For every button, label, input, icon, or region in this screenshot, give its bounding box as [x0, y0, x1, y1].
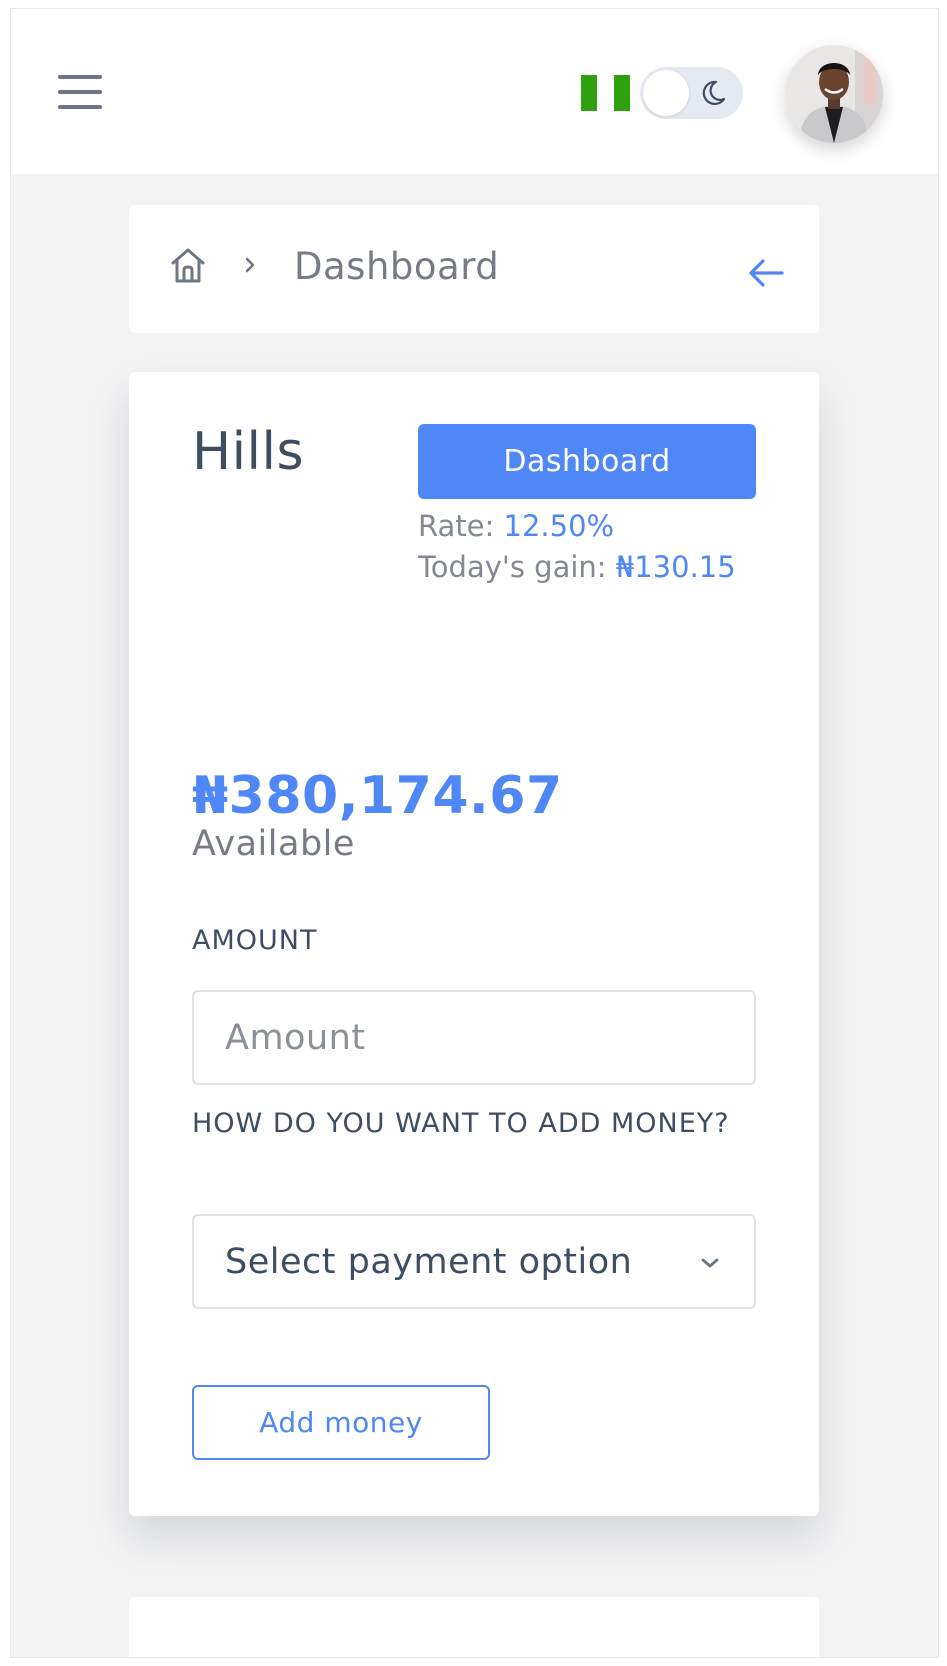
gain-label: Today's gain:: [418, 550, 607, 584]
avatar-image: [785, 45, 883, 143]
gain-value: ₦130.15: [615, 550, 736, 584]
amount-input[interactable]: [192, 990, 756, 1085]
hamburger-menu-icon[interactable]: [58, 75, 102, 109]
payment-method-select[interactable]: Select payment option: [192, 1214, 756, 1309]
home-icon[interactable]: [169, 245, 207, 285]
available-balance: ₦380,174.67: [192, 766, 563, 826]
top-bar: [11, 9, 938, 174]
rate-label: Rate:: [418, 509, 495, 543]
toggle-knob: [643, 70, 689, 116]
app-frame: Dashboard Hills Dashboard Rate: 12.50% T…: [10, 8, 939, 1658]
breadcrumb: Dashboard: [129, 205, 819, 333]
breadcrumb-current: Dashboard: [294, 245, 500, 288]
chevron-down-icon: [701, 1258, 719, 1268]
rate-line: Rate: 12.50%: [418, 508, 614, 544]
dashboard-button[interactable]: Dashboard: [418, 424, 756, 499]
nigeria-flag-icon: [581, 75, 630, 111]
payment-method-label: HOW DO YOU WANT TO ADD MONEY?: [192, 1108, 730, 1139]
arrow-left-icon[interactable]: [746, 258, 786, 288]
chevron-right-icon: [245, 257, 255, 273]
next-card: [129, 1597, 819, 1657]
add-money-button[interactable]: Add money: [192, 1385, 490, 1460]
gain-line: Today's gain: ₦130.15: [418, 549, 736, 585]
account-name: Hills: [192, 422, 305, 482]
rate-value: 12.50%: [503, 509, 615, 543]
wallet-card: Hills Dashboard Rate: 12.50% Today's gai…: [129, 372, 819, 1516]
theme-toggle[interactable]: [640, 67, 743, 119]
payment-method-value: Select payment option: [225, 1242, 633, 1282]
amount-label: AMOUNT: [192, 925, 318, 956]
user-avatar[interactable]: [785, 45, 883, 143]
available-label: Available: [192, 824, 355, 864]
moon-icon: [702, 80, 726, 106]
